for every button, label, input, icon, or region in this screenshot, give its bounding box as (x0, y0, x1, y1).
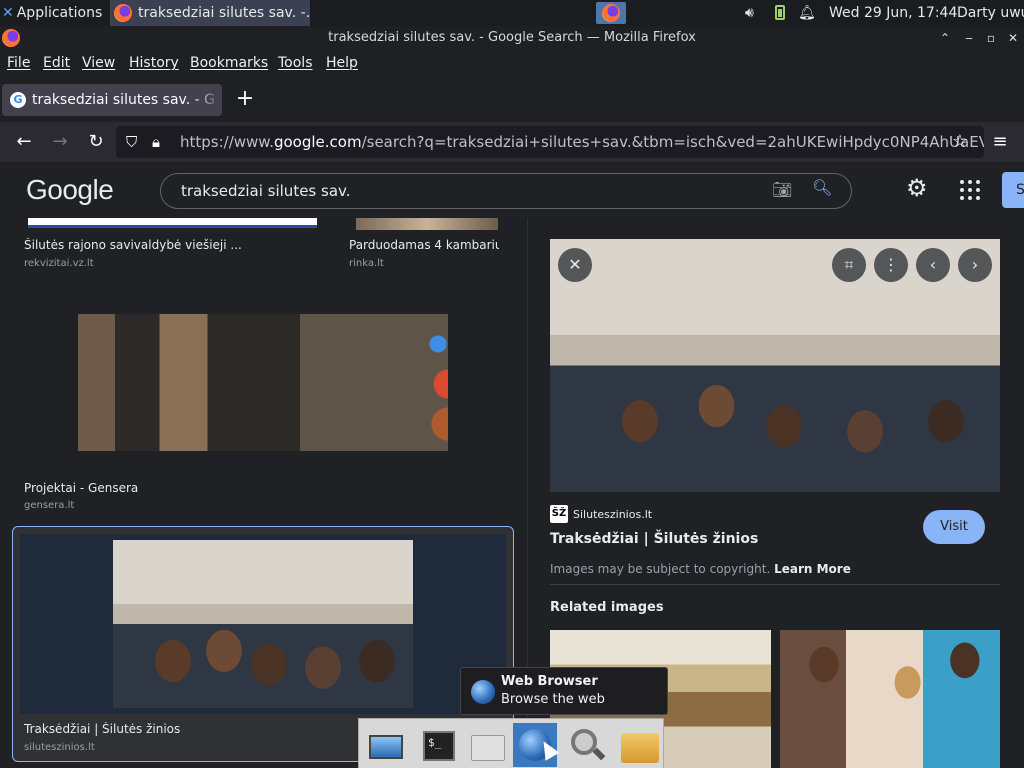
menu-help[interactable]: Help (326, 55, 358, 71)
menu-edit[interactable]: Edit (43, 55, 70, 71)
terminal-icon[interactable]: $_ (417, 723, 461, 767)
result-source: rinka.lt (349, 258, 384, 269)
back-button[interactable]: ← (10, 128, 38, 156)
tracking-shield-icon[interactable]: ⛉ (126, 126, 137, 158)
firefox-icon (114, 4, 132, 22)
window-titlebar[interactable]: traksedziai silutes sav. - Google Search… (0, 26, 1024, 50)
sign-in-button[interactable]: S (1002, 172, 1024, 208)
next-image-icon[interactable]: › (958, 248, 992, 282)
reload-button[interactable]: ↻ (82, 128, 110, 156)
user-menu[interactable]: Darty uwu (957, 0, 1024, 26)
source-favicon: ŠŽ (550, 505, 568, 523)
copyright-notice: Images may be subject to copyright. Lear… (550, 562, 851, 576)
forward-button[interactable]: → (46, 128, 74, 156)
top-panel: ✕ Applications traksedziai silutes sav. -… (0, 0, 1024, 26)
result-source: gensera.lt (24, 500, 75, 511)
result-source: siluteszinios.lt (24, 742, 95, 753)
preview-title[interactable]: Traksėdžiai | Šilutės žinios (550, 531, 758, 547)
show-desktop-icon[interactable] (363, 723, 407, 767)
battery-icon[interactable] (775, 5, 785, 20)
result-title[interactable]: Traksėdžiai | Šilutės žinios (24, 722, 324, 736)
globe-icon (471, 680, 495, 704)
new-tab-button[interactable]: + (232, 86, 258, 112)
maximize-window-icon[interactable]: ▫ (980, 26, 1002, 50)
menu-view[interactable]: View (82, 55, 115, 71)
firefox-icon (2, 29, 20, 47)
notification-bell-icon[interactable]: 🔔︎ (798, 0, 816, 26)
menu-history[interactable]: History (129, 55, 179, 71)
taskbar-firefox-window[interactable]: traksedziai silutes sav. -... (110, 0, 310, 26)
previous-image-icon[interactable]: ‹ (916, 248, 950, 282)
gear-icon[interactable]: ⚙ (906, 174, 928, 202)
related-images-heading: Related images (550, 600, 664, 615)
applications-menu[interactable]: ✕ Applications (2, 0, 102, 26)
result-image[interactable] (78, 314, 448, 451)
learn-more-link[interactable]: Learn More (774, 562, 851, 576)
result-title[interactable]: Projektai - Gensera (24, 481, 324, 495)
menu-tools[interactable]: Tools (278, 55, 313, 71)
firefox-icon (602, 4, 620, 22)
app-menu-icon[interactable]: ≡ (986, 128, 1014, 156)
url-bar[interactable]: ⛉ 🔒︎ https://www.google.com/search?q=tra… (116, 126, 984, 158)
google-logo[interactable]: Google (26, 174, 114, 206)
result-title[interactable]: Parduodamas 4 kambariu... (349, 238, 499, 252)
shade-window-icon[interactable]: ⌃ (934, 26, 956, 50)
home-folder-icon[interactable] (465, 723, 509, 767)
source-domain[interactable]: Siluteszinios.lt (573, 508, 652, 521)
result-image[interactable] (356, 218, 498, 230)
divider (550, 584, 1000, 585)
lock-icon[interactable]: 🔒︎ (152, 126, 160, 158)
clock[interactable]: Wed 29 Jun, 17:44 (829, 0, 957, 26)
result-image[interactable] (28, 218, 317, 228)
visit-button[interactable]: Visit (923, 510, 985, 544)
files-folder-icon[interactable] (617, 723, 661, 767)
result-image[interactable] (113, 540, 413, 708)
xfce-icon: ✕ (2, 5, 14, 21)
camera-icon[interactable]: 📷︎ (772, 180, 792, 199)
navigation-toolbar: ← → ↻ ⛉ 🔒︎ https://www.google.com/search… (0, 122, 1024, 162)
dock-tooltip: Web Browser Browse the web (460, 667, 668, 715)
tab-strip: G traksedziai silutes sav. - G + (0, 78, 1024, 122)
google-header: Google traksedziai silutes sav. 📷︎ 🔍︎ ⚙ … (0, 162, 1024, 218)
app-finder-icon[interactable] (565, 723, 609, 767)
volume-icon[interactable]: 🔊︎ (745, 0, 754, 26)
menu-file[interactable]: File (7, 55, 30, 71)
menubar: File Edit View History Bookmarks Tools H… (0, 50, 1024, 78)
search-icon[interactable]: 🔍︎ (812, 178, 832, 197)
minimize-window-icon[interactable]: ‒ (958, 26, 980, 50)
more-options-icon[interactable]: ⋮ (874, 248, 908, 282)
result-title[interactable]: Šilutės rajono savivaldybė viešieji ... (24, 238, 324, 252)
google-favicon-icon: G (10, 92, 26, 108)
bookmark-star-icon[interactable]: ☆ (946, 128, 974, 156)
window-title: traksedziai silutes sav. - Google Search… (328, 30, 696, 45)
dock: $_ (358, 718, 664, 768)
lens-search-icon[interactable]: ⌗ (832, 248, 866, 282)
menu-bookmarks[interactable]: Bookmarks (190, 55, 268, 71)
taskbar-firefox-launcher[interactable] (596, 2, 626, 24)
related-image[interactable] (780, 630, 1000, 768)
close-window-icon[interactable]: ✕ (1002, 26, 1024, 50)
close-icon[interactable]: ✕ (558, 248, 592, 282)
google-apps-icon[interactable] (958, 178, 982, 202)
search-input[interactable]: traksedziai silutes sav. (160, 173, 852, 209)
result-source: rekvizitai.vz.lt (24, 258, 94, 269)
tab-google-search[interactable]: G traksedziai silutes sav. - G (2, 84, 222, 116)
